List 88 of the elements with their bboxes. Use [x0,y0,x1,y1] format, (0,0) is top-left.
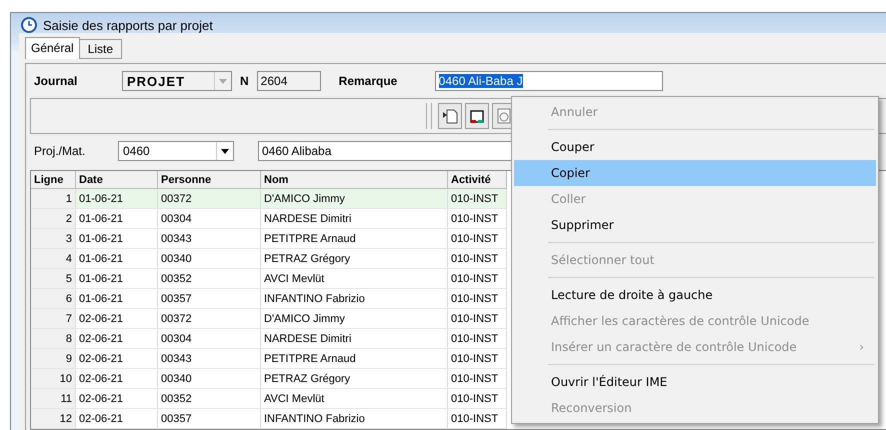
n-field[interactable]: 2604 [256,71,321,91]
table-cell: 00304 [158,208,260,228]
table-cell: PETRAZ Grégory [260,248,448,268]
table-cell: 01-06-21 [76,208,158,228]
table-cell: 01-06-21 [76,268,158,288]
table-cell: PETITPRE Arnaud [260,228,448,248]
table-cell: 00357 [158,408,260,428]
tab[interactable]: Liste [80,39,122,59]
table-cell: PETRAZ Grégory [260,368,448,388]
table-cell: INFANTINO Fabrizio [260,408,448,428]
menu-item[interactable]: Lecture de droite à gauche [514,282,876,308]
tab[interactable]: Général [25,37,80,59]
table-cell: 5 [31,268,76,288]
table-cell: 01-06-21 [76,188,158,208]
table-cell: 6 [31,288,76,308]
table-cell: 00340 [158,248,260,268]
table-cell: 01-06-21 [76,248,158,268]
column-header[interactable]: Activité [448,171,506,188]
table-cell: 00372 [158,188,260,208]
table-cell: PETITPRE Arnaud [260,348,448,368]
table-cell: AVCI Mevlüt [260,388,448,408]
table-cell: 010-INST [448,228,506,248]
table-cell: 01-06-21 [76,228,158,248]
table-cell: 11 [31,388,76,408]
toolbar-button[interactable] [438,103,462,129]
caret-icon [219,78,227,84]
clock-icon [21,17,37,33]
table-cell: 010-INST [448,308,506,328]
submenu-arrow-icon: › [859,340,864,354]
table-cell: 010-INST [448,248,506,268]
remarque-label: Remarque [338,74,398,88]
calendar-icon [469,108,485,124]
table-cell: 010-INST [448,408,506,428]
table-cell: 02-06-21 [76,328,158,348]
table-cell: 00352 [158,388,260,408]
table-cell: 00340 [158,368,260,388]
table-cell: 01-06-21 [76,288,158,308]
table-cell: 9 [31,348,76,368]
table-cell: INFANTINO Fabrizio [260,288,448,308]
table-cell: 02-06-21 [76,368,158,388]
n-label: N [240,74,249,88]
table-cell: 7 [31,308,76,328]
column-header[interactable]: Personne [158,171,260,188]
table-cell: 010-INST [448,288,506,308]
table-cell: 010-INST [448,328,506,348]
table-cell: 010-INST [448,208,506,228]
table-cell: NARDESE Dimitri [260,328,448,348]
table-cell: 00304 [158,328,260,348]
table-cell: 02-06-21 [76,408,158,428]
menu-item[interactable]: Ouvrir l'Éditeur IME [514,369,876,395]
table-cell: 10 [31,368,76,388]
table-cell: 010-INST [448,268,506,288]
table-cell: 3 [31,228,76,248]
table-cell: 02-06-21 [76,388,158,408]
window-title: Saisie des rapports par projet [43,18,213,32]
table-cell: 010-INST [448,388,506,408]
table-cell: 1 [31,188,76,208]
table-cell: 00357 [158,288,260,308]
table-cell: 00372 [158,308,260,328]
table-cell: 010-INST [448,368,506,388]
table-cell: 12 [31,408,76,428]
table-cell: 8 [31,328,76,348]
table-cell: 010-INST [448,348,506,368]
proj-mat-label: Proj./Mat. [34,144,86,158]
remarque-field[interactable]: 0460 Ali-Baba J [434,71,663,91]
table-cell: 2 [31,208,76,228]
table-cell: D'AMICO Jimmy [260,308,448,328]
project-dropdown[interactable]: 0460 [118,141,234,161]
journal-label: Journal [34,74,78,88]
toolbar-button[interactable] [465,103,489,129]
table-cell: 00343 [158,228,260,248]
table-cell: AVCI Mevlüt [260,268,448,288]
menu-item[interactable]: Copier [514,160,876,186]
table-cell: NARDESE Dimitri [260,208,448,228]
caret-icon [221,148,229,154]
table-cell: 00352 [158,268,260,288]
table-cell: 010-INST [448,188,506,208]
document-icon [442,108,458,124]
journal-dropdown[interactable]: PROJET [122,71,232,91]
table-cell: 02-06-21 [76,308,158,328]
table-cell: D'AMICO Jimmy [260,188,448,208]
column-header[interactable]: Nom [260,171,448,188]
column-header[interactable]: Date [76,171,158,188]
table-cell: 00343 [158,348,260,368]
menu-item[interactable]: Supprimer [514,212,876,238]
table-cell: 4 [31,248,76,268]
table-cell: 02-06-21 [76,348,158,368]
column-header[interactable]: Ligne [31,171,76,188]
